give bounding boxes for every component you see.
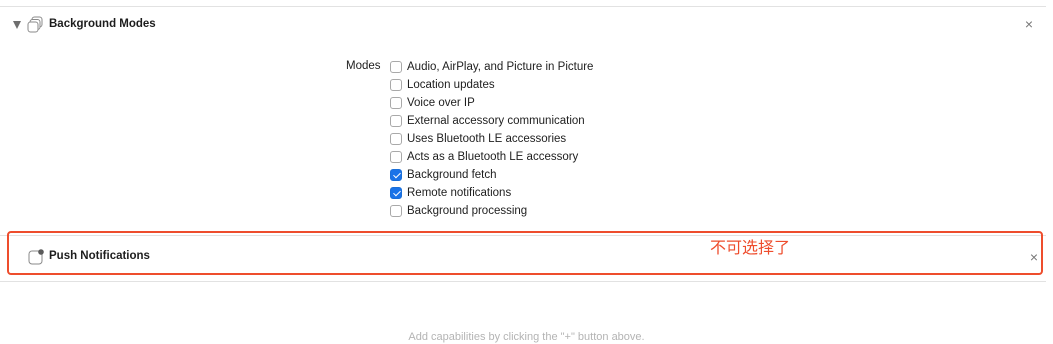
mode-checkbox[interactable]: [390, 151, 402, 163]
mode-label: Remote notifications: [407, 187, 512, 199]
modes-checkbox-list: Audio, AirPlay, and Picture in Picture Lo…: [390, 58, 593, 220]
mode-label: Location updates: [407, 79, 495, 91]
top-divider: [0, 6, 1046, 7]
mode-label: Uses Bluetooth LE accessories: [407, 133, 567, 145]
bottom-divider: [0, 281, 1046, 282]
mode-row[interactable]: Background fetch: [390, 166, 593, 184]
mode-row[interactable]: Audio, AirPlay, and Picture in Picture: [390, 58, 593, 76]
mode-checkbox[interactable]: [390, 79, 402, 91]
mode-label: Acts as a Bluetooth LE accessory: [407, 151, 579, 163]
background-modes-icon: [27, 16, 43, 33]
mode-row[interactable]: Remote notifications: [390, 184, 593, 202]
mode-row[interactable]: Background processing: [390, 202, 593, 220]
mode-row[interactable]: Location updates: [390, 76, 593, 94]
background-modes-header: Background Modes ×: [0, 14, 1046, 38]
mode-checkbox[interactable]: [390, 133, 402, 145]
background-modes-title: Background Modes: [49, 18, 156, 30]
mode-row[interactable]: Acts as a Bluetooth LE accessory: [390, 148, 593, 166]
mode-checkbox[interactable]: [390, 205, 402, 217]
mode-label: Background processing: [407, 205, 528, 217]
mode-label: External accessory communication: [407, 115, 585, 127]
mode-checkbox[interactable]: [390, 61, 402, 73]
capabilities-panel: Background Modes × Modes Audio, AirPlay,…: [0, 0, 1053, 344]
mode-row[interactable]: Voice over IP: [390, 94, 593, 112]
mode-label: Voice over IP: [407, 97, 475, 109]
mode-label: Audio, AirPlay, and Picture in Picture: [407, 61, 594, 73]
remove-background-modes-button[interactable]: ×: [1025, 16, 1033, 32]
mode-checkbox[interactable]: [390, 115, 402, 127]
modes-label: Modes: [346, 60, 381, 72]
mode-row[interactable]: Uses Bluetooth LE accessories: [390, 130, 593, 148]
mode-row[interactable]: External accessory communication: [390, 112, 593, 130]
mode-checkbox[interactable]: [390, 187, 402, 199]
footer-hint: Add capabilities by clicking the "+" but…: [0, 331, 1053, 343]
mode-label: Background fetch: [407, 169, 497, 181]
footer-hint-text: Add capabilities by clicking the "+" but…: [408, 331, 645, 343]
mode-checkbox[interactable]: [390, 97, 402, 109]
mode-checkbox[interactable]: [390, 169, 402, 181]
red-highlight-annotation-box: [7, 231, 1043, 275]
disclosure-triangle-icon[interactable]: [13, 21, 21, 29]
